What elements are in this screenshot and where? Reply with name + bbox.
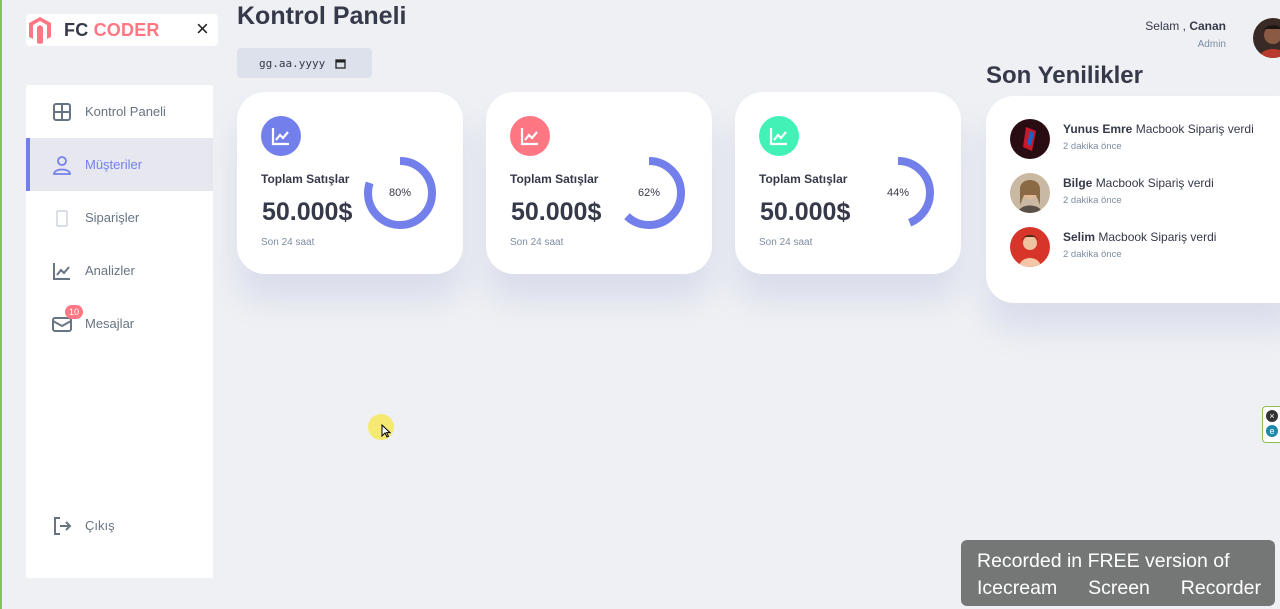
update-time: 2 dakika önce (1063, 141, 1122, 152)
sidebar: Kontrol Paneli Müşteriler Siparişler Ana… (26, 85, 213, 578)
sales-card: Toplam Satışlar 50.000$ Son 24 saat 80% (237, 92, 463, 274)
avatar[interactable] (1253, 18, 1280, 58)
sidebar-item-label: Kontrol Paneli (85, 104, 166, 119)
message-count-badge: 10 (65, 305, 84, 319)
logout-label: Çıkış (85, 518, 115, 533)
update-avatar (1010, 227, 1050, 267)
sidebar-item-analizler[interactable]: Analizler (26, 244, 213, 297)
calendar-icon[interactable] (335, 58, 346, 69)
update-message: Bilge Macbook Sipariş verdi (1063, 176, 1214, 190)
update-item: Selim Macbook Sipariş verdi 2 dakika önc… (1010, 227, 1216, 267)
grid-icon (53, 102, 71, 121)
close-sidebar-button[interactable]: × (196, 17, 209, 41)
sidebar-item-label: Analizler (85, 263, 135, 278)
update-item: Bilge Macbook Sipariş verdi 2 dakika önc… (1010, 173, 1214, 213)
watermark-word: Screen (1088, 577, 1150, 599)
mouse-cursor-icon (381, 424, 391, 438)
chart-icon (53, 262, 70, 280)
update-message: Selim Macbook Sipariş verdi (1063, 230, 1217, 244)
floating-widget[interactable]: × e (1262, 406, 1280, 443)
sales-card: Toplam Satışlar 50.000$ Son 24 saat 62% (486, 92, 712, 274)
update-item: Yunus Emre Macbook Sipariş verdi 2 dakik… (1010, 119, 1254, 159)
person-icon (53, 155, 71, 175)
card-value: 50.000$ (760, 198, 851, 226)
analytics-icon (759, 116, 799, 156)
update-time: 2 dakika önce (1063, 249, 1122, 260)
page-title: Kontrol Paneli (237, 2, 407, 30)
card-title: Toplam Satışlar (261, 172, 350, 186)
update-name: Selim (1063, 230, 1096, 244)
logout-icon (54, 516, 72, 535)
close-icon[interactable]: × (1266, 410, 1278, 422)
sidebar-item-kontrol-paneli[interactable]: Kontrol Paneli (26, 85, 213, 138)
recorder-watermark: Recorded in FREE version of Icecream Scr… (961, 540, 1275, 606)
edge-icon[interactable]: e (1266, 425, 1278, 437)
sidebar-item-mesajlar[interactable]: 10 Mesajlar (26, 297, 213, 350)
update-avatar (1010, 173, 1050, 213)
updates-panel: Yunus Emre Macbook Sipariş verdi 2 dakik… (986, 96, 1280, 303)
card-subtitle: Son 24 saat (510, 237, 564, 248)
card-value: 50.000$ (262, 198, 353, 226)
progress-percent: 62% (637, 187, 661, 199)
update-avatar (1010, 119, 1050, 159)
card-subtitle: Son 24 saat (261, 237, 315, 248)
sales-card: Toplam Satışlar 50.000$ Son 24 saat 44% (735, 92, 961, 274)
progress-percent: 80% (388, 187, 412, 199)
sidebar-item-label: Müşteriler (85, 157, 143, 172)
card-title: Toplam Satışlar (510, 172, 599, 186)
sidebar-item-label: Siparişler (85, 210, 140, 225)
user-name: Canan (1189, 19, 1226, 33)
sidebar-item-siparisler[interactable]: Siparişler (26, 191, 213, 244)
brand-name: FC CODER (64, 19, 160, 40)
user-greeting: Selam , Canan (1145, 19, 1226, 33)
brand-logo-bar: FC CODER (26, 14, 218, 46)
card-title: Toplam Satışlar (759, 172, 848, 186)
watermark-line-1: Recorded in FREE version of (977, 550, 1230, 572)
date-input[interactable]: gg.aa.yyyy (237, 48, 372, 78)
update-message: Yunus Emre Macbook Sipariş verdi (1063, 122, 1254, 136)
sidebar-item-label: Mesajlar (85, 316, 135, 331)
brand-logo-icon (29, 17, 51, 44)
page-edge (0, 0, 2, 609)
watermark-word: Recorder (1180, 577, 1261, 599)
update-name: Yunus Emre (1063, 122, 1133, 136)
user-role: Admin (1197, 39, 1226, 50)
document-icon (56, 209, 68, 227)
analytics-icon (261, 116, 301, 156)
update-time: 2 dakika önce (1063, 195, 1122, 206)
card-value: 50.000$ (511, 198, 602, 226)
updates-title: Son Yenilikler (986, 62, 1143, 89)
logout-button[interactable]: Çıkış (26, 499, 213, 552)
watermark-word: Icecream (977, 577, 1058, 599)
card-subtitle: Son 24 saat (759, 237, 813, 248)
update-name: Bilge (1063, 176, 1093, 190)
analytics-icon (510, 116, 550, 156)
progress-percent: 44% (886, 187, 910, 199)
date-placeholder: gg.aa.yyyy (259, 56, 326, 70)
sidebar-item-musteriler[interactable]: Müşteriler (26, 138, 213, 191)
